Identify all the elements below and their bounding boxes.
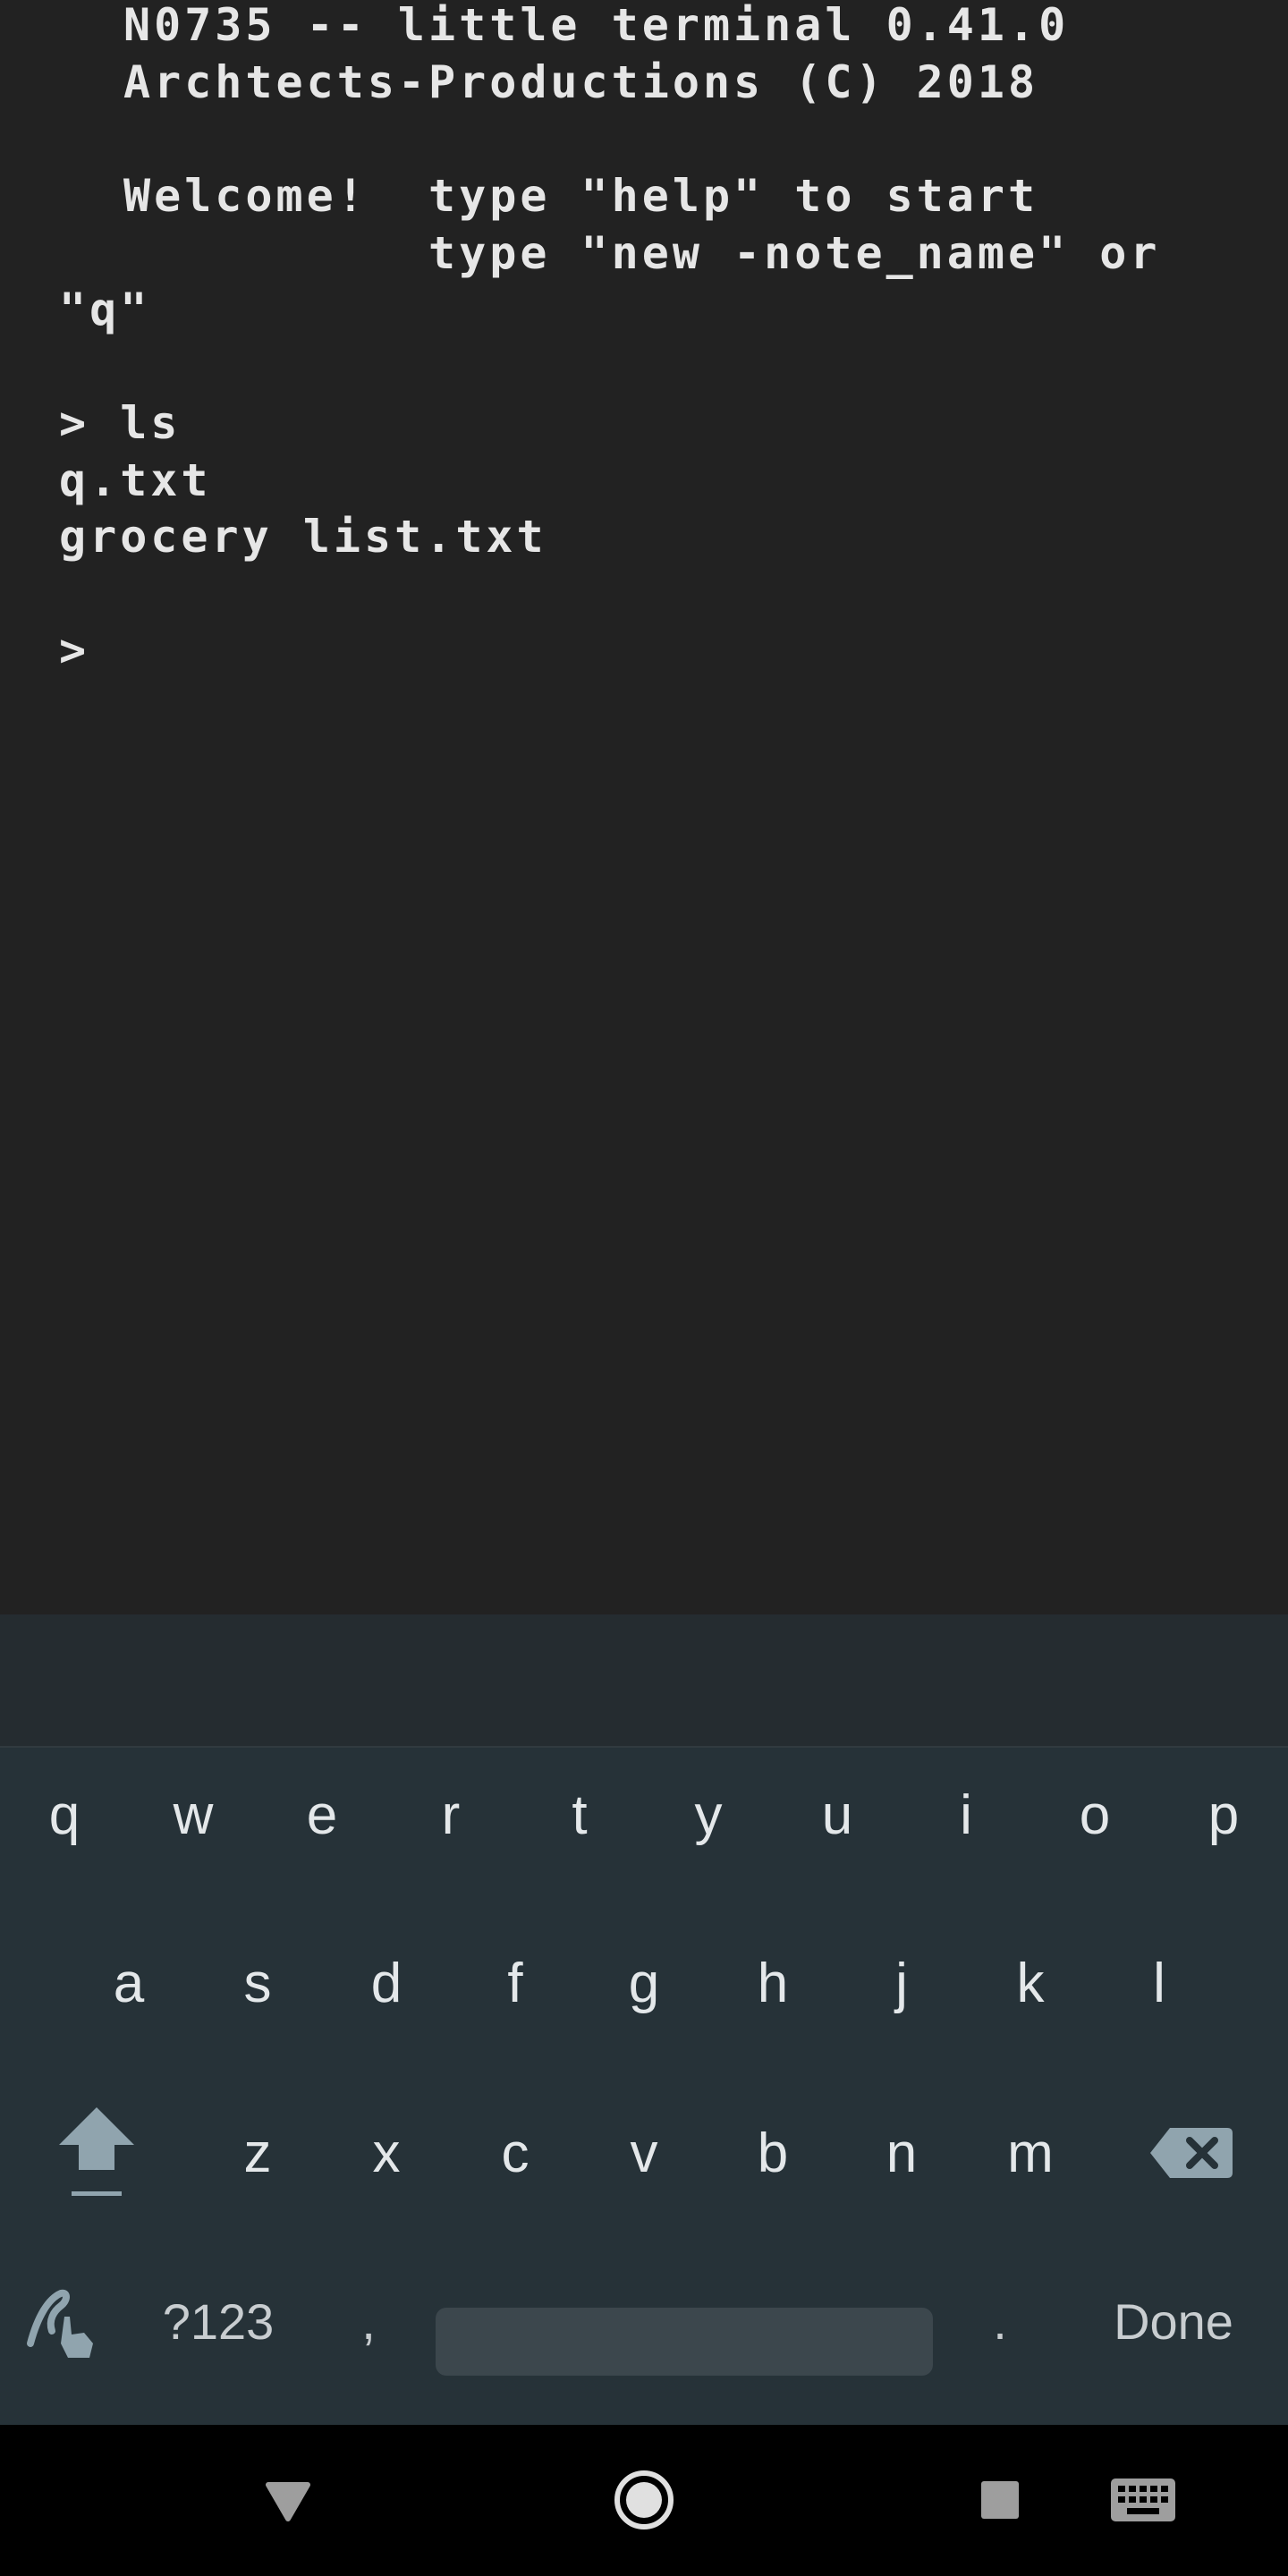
comma-key[interactable]: , — [304, 2254, 433, 2388]
recents-square-icon — [981, 2481, 1019, 2519]
navigation-bar — [0, 2425, 1288, 2576]
key-u[interactable]: u — [773, 1748, 902, 1882]
backspace-key[interactable] — [1127, 2086, 1256, 2220]
key-f[interactable]: f — [451, 1916, 580, 2050]
home-circle-icon — [614, 2470, 674, 2529]
nav-home-button[interactable] — [599, 2455, 689, 2545]
handwriting-key[interactable] — [0, 2254, 129, 2388]
terminal-line-command: > ls — [59, 397, 182, 449]
terminal-line-copyright: Archtects-Productions (C) 2018 — [123, 56, 1039, 108]
symbols-key[interactable]: ?123 — [154, 2254, 283, 2388]
terminal-screen[interactable]: N0735 -- little terminal 0.41.0 Archtect… — [0, 0, 1288, 1614]
period-key[interactable]: . — [936, 2254, 1064, 2388]
key-s[interactable]: s — [193, 1916, 322, 2050]
key-l[interactable]: l — [1095, 1916, 1224, 2050]
key-x[interactable]: x — [322, 2086, 451, 2220]
shift-key[interactable] — [32, 2086, 161, 2220]
terminal-line-file: q.txt — [59, 454, 212, 506]
key-v[interactable]: v — [580, 2086, 708, 2220]
nav-recents-button[interactable] — [955, 2455, 1045, 2545]
terminal-line-instructions-wrap: "q" — [59, 284, 151, 335]
key-q[interactable]: q — [0, 1748, 129, 1882]
key-i[interactable]: i — [902, 1748, 1030, 1882]
space-bar[interactable] — [436, 2308, 933, 2376]
key-c[interactable]: c — [451, 2086, 580, 2220]
key-k[interactable]: k — [966, 1916, 1095, 2050]
key-p[interactable]: p — [1159, 1748, 1288, 1882]
backspace-icon — [1150, 2128, 1233, 2178]
key-z[interactable]: z — [193, 2086, 322, 2220]
key-m[interactable]: m — [966, 2086, 1095, 2220]
key-b[interactable]: b — [708, 2086, 837, 2220]
nav-keyboard-switch-button[interactable] — [1098, 2455, 1188, 2545]
key-t[interactable]: t — [515, 1748, 644, 1882]
terminal-line-instructions: type "new -note_name" or — [123, 227, 1161, 279]
handwriting-icon — [27, 2289, 93, 2358]
key-w[interactable]: w — [129, 1748, 258, 1882]
keyboard-suggestion-strip — [0, 1614, 1288, 1748]
terminal-line-welcome: Welcome! type "help" to start — [123, 170, 1039, 222]
terminal-prompt[interactable]: > — [59, 622, 89, 679]
key-h[interactable]: h — [708, 1916, 837, 2050]
app-root: N0735 -- little terminal 0.41.0 Archtect… — [0, 0, 1288, 2576]
key-o[interactable]: o — [1030, 1748, 1159, 1882]
key-y[interactable]: y — [644, 1748, 773, 1882]
key-a[interactable]: a — [64, 1916, 193, 2050]
key-n[interactable]: n — [837, 2086, 966, 2220]
key-e[interactable]: e — [258, 1748, 386, 1882]
keyboard-switch-icon — [1111, 2479, 1175, 2521]
terminal-line-title: N0735 -- little terminal 0.41.0 — [123, 0, 1070, 51]
terminal-line-file: grocery list.txt — [59, 511, 547, 563]
soft-keyboard: q w e r t y u i o p a s d f g h j k l z … — [0, 1748, 1288, 2425]
nav-back-button[interactable] — [243, 2455, 333, 2545]
key-j[interactable]: j — [837, 1916, 966, 2050]
shift-arrow-icon — [59, 2107, 134, 2196]
back-triangle-icon — [266, 2482, 310, 2521]
key-g[interactable]: g — [580, 1916, 708, 2050]
done-key[interactable]: Done — [1084, 2254, 1263, 2388]
key-r[interactable]: r — [386, 1748, 515, 1882]
key-d[interactable]: d — [322, 1916, 451, 2050]
